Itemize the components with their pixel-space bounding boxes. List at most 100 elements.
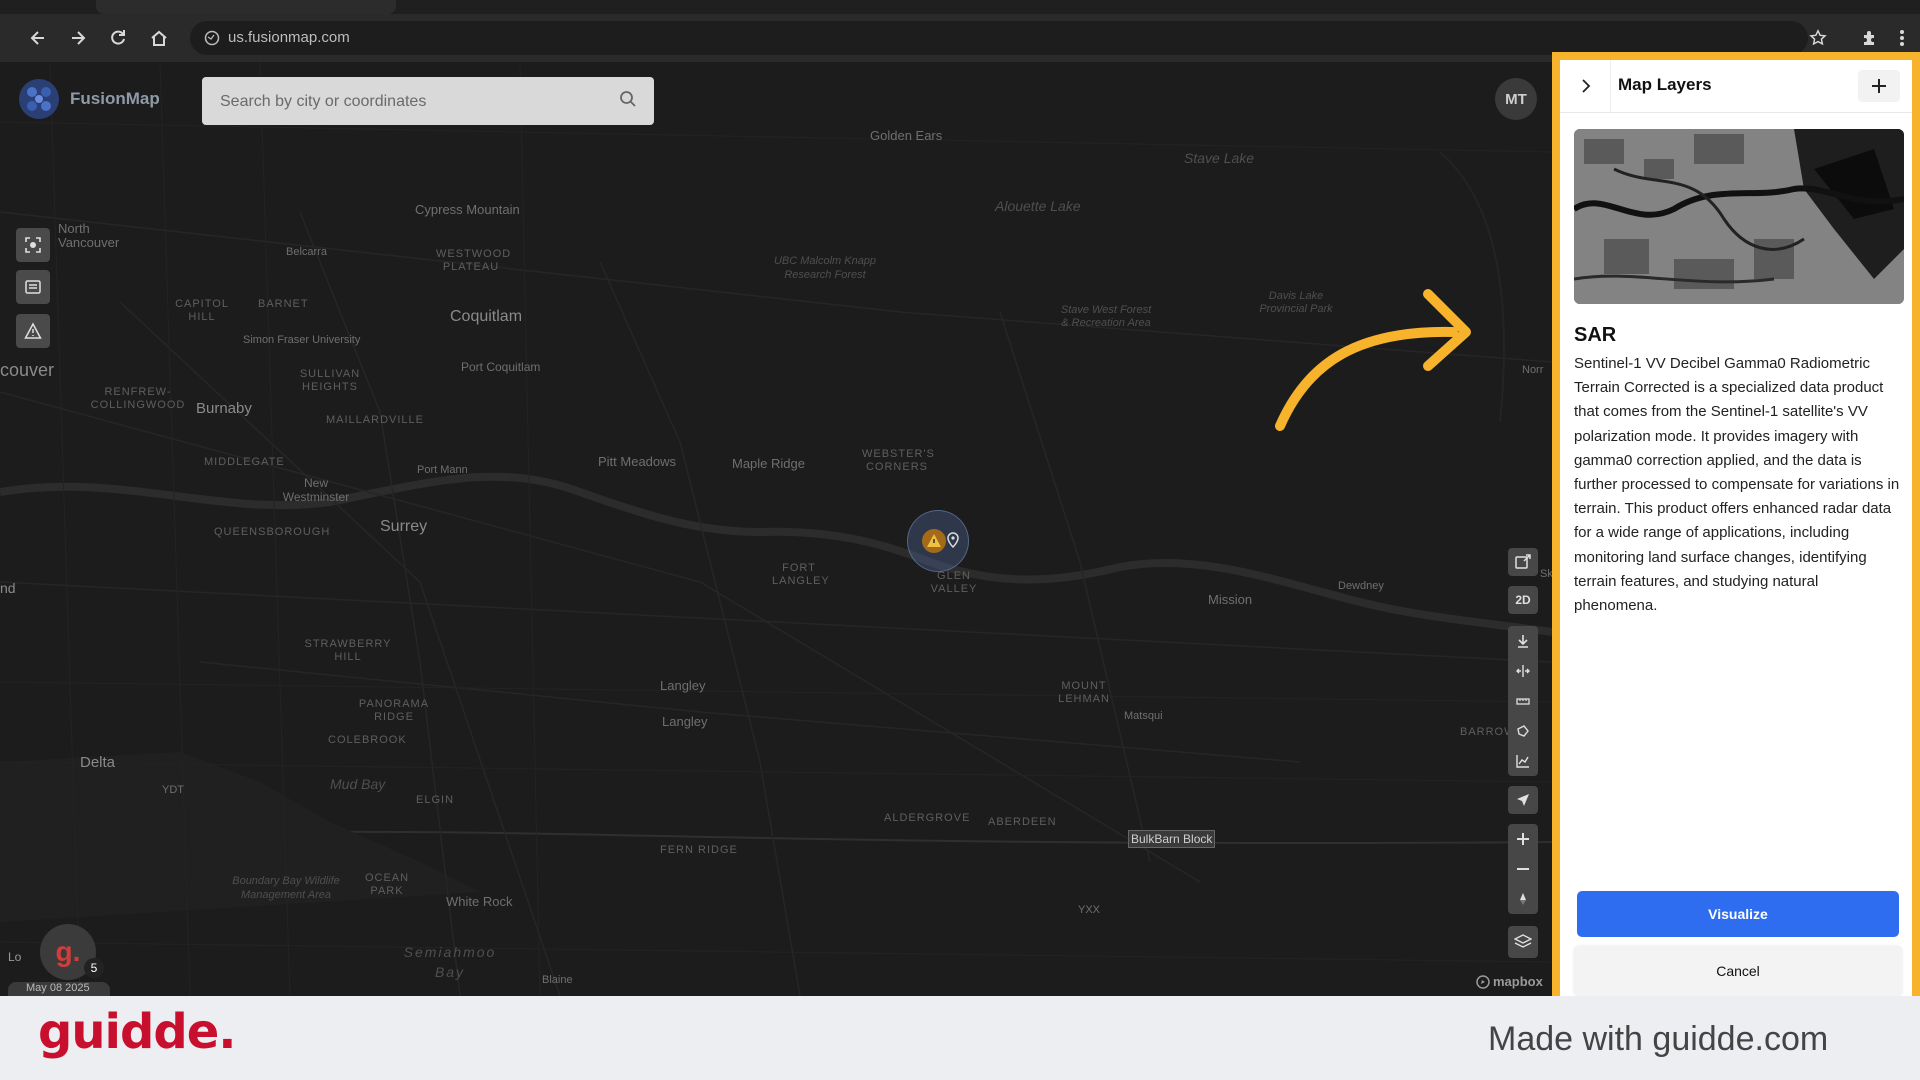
map-label: Cypress Mountain [415, 202, 520, 217]
map-label: Dewdney [1338, 580, 1384, 592]
map-label: Alouette Lake [995, 198, 1081, 214]
map-label: MOUNT LEHMAN [1058, 680, 1110, 705]
map-label: Norr [1522, 364, 1544, 376]
menu-icon[interactable] [1890, 26, 1914, 50]
map-label: GLEN VALLEY [930, 570, 978, 595]
fusionmap-logo-icon [19, 79, 59, 119]
zoom-out-icon[interactable] [1508, 854, 1538, 884]
map-label: nd [0, 580, 16, 596]
layers-control[interactable] [1508, 926, 1538, 958]
collapse-panel-button[interactable] [1572, 72, 1600, 100]
map-label: COLEBROOK [328, 734, 407, 746]
made-with-text: Made with guidde.com [1488, 1020, 1829, 1058]
map-label: Blaine [542, 974, 573, 986]
map-tools-group [1508, 626, 1538, 776]
compass-icon[interactable] [1508, 884, 1538, 914]
map-label: Boundary Bay Wildlife Management Area [232, 875, 340, 901]
map-label: SULLIVAN HEIGHTS [299, 368, 361, 393]
search-input[interactable] [218, 89, 602, 115]
focus-tool-button[interactable] [16, 228, 50, 262]
map-label: Golden Ears [870, 128, 943, 143]
map-label: Stave West Forest & Recreation Area [1060, 304, 1152, 329]
alerts-tool-button[interactable] [16, 314, 50, 348]
screenshot-control[interactable] [1508, 548, 1538, 576]
map-label: Matsqui [1124, 710, 1163, 722]
map-label: Langley [660, 678, 706, 693]
map-label: Delta [80, 754, 116, 771]
date-chip[interactable]: May 08 2025 [8, 982, 110, 996]
header-divider [1610, 60, 1611, 112]
star-icon[interactable] [1806, 26, 1830, 50]
map-label: WEBSTER'S CORNERS [862, 448, 935, 473]
map-label: couver [0, 360, 55, 380]
download-icon[interactable] [1508, 626, 1538, 656]
map-label: YXX [1078, 904, 1101, 916]
plus-icon [1872, 79, 1886, 93]
site-info-icon[interactable] [204, 30, 220, 46]
map-label: FORT LANGLEY [772, 562, 830, 587]
map-label: WESTWOOD PLATEAU [436, 248, 512, 273]
tutorial-arrow-icon [1275, 289, 1471, 431]
map-label: MIDDLEGATE [204, 456, 285, 468]
search-bar [202, 77, 654, 125]
chart-icon[interactable] [1508, 746, 1538, 776]
map-label: CAPITOL HILL [175, 298, 229, 323]
layer-name: SAR [1574, 324, 1617, 346]
zoom-in-icon[interactable] [1508, 824, 1538, 854]
map-label: OCEAN PARK [364, 872, 410, 897]
navigation-arrow-icon [1517, 794, 1529, 806]
list-icon [25, 280, 41, 294]
map-label: Sk [1540, 568, 1552, 580]
mapbox-logo-icon [1476, 974, 1490, 989]
map-canvas[interactable]: Golden Ears Stave Lake Cypress Mountain … [0, 62, 1552, 996]
app-logo-text: FusionMap [70, 89, 160, 108]
map-label: White Rock [446, 894, 513, 909]
visualize-button[interactable]: Visualize [1577, 891, 1899, 937]
draw-polygon-icon[interactable] [1508, 716, 1538, 746]
warning-marker-icon [922, 529, 946, 553]
map-label: ABERDEEN [988, 816, 1057, 828]
search-icon[interactable] [618, 89, 642, 113]
map-label: ALDERGROVE [884, 812, 971, 824]
map-label: New Westminster [282, 476, 350, 504]
app-logo[interactable]: FusionMap [16, 76, 160, 122]
location-pin-icon [944, 531, 962, 549]
toggle-2d-control[interactable]: 2D [1508, 586, 1538, 614]
map-label: Simon Fraser University [243, 334, 361, 346]
guidde-footer: guidde. Made with guidde.com [0, 996, 1920, 1080]
browser-tab[interactable] [96, 0, 396, 14]
reload-icon[interactable] [106, 26, 130, 50]
map-label: UBC Malcolm Knapp Research Forest [773, 255, 877, 281]
back-icon[interactable] [26, 26, 50, 50]
map-label: YDT [162, 784, 184, 796]
split-view-icon[interactable] [1508, 656, 1538, 686]
browser-tab-strip [0, 0, 1920, 14]
poi-label[interactable]: BulkBarn Block [1128, 830, 1216, 848]
home-icon[interactable] [147, 26, 171, 50]
chevron-right-icon [1582, 79, 1591, 93]
user-avatar[interactable]: MT [1495, 78, 1537, 120]
map-label: Burnaby [196, 400, 252, 417]
add-layer-button[interactable] [1858, 70, 1900, 102]
forward-icon[interactable] [66, 26, 90, 50]
map-label: MAILLARDVILLE [326, 414, 424, 426]
ruler-icon[interactable] [1508, 686, 1538, 716]
panel-title: Map Layers [1618, 75, 1712, 94]
mapbox-attribution[interactable]: mapbox [1476, 974, 1543, 989]
map-label: Surrey [380, 518, 428, 535]
map-label: Semiahmoo Bay [403, 944, 497, 980]
map-label: FERN RIDGE [660, 844, 738, 856]
badge-count: 5 [84, 958, 104, 978]
notes-tool-button[interactable] [16, 270, 50, 304]
warning-icon [24, 322, 42, 339]
locate-control[interactable] [1508, 786, 1538, 814]
mapbox-text: mapbox [1493, 974, 1543, 989]
cancel-button[interactable]: Cancel [1574, 946, 1902, 996]
guidde-logo: guidde. [38, 1004, 236, 1060]
extensions-icon[interactable] [1858, 26, 1882, 50]
address-bar[interactable]: us.fusionmap.com [190, 21, 1808, 55]
map-cluster-marker[interactable] [907, 510, 969, 572]
map-label: Maple Ridge [732, 456, 805, 471]
map-label: Port Mann [417, 464, 468, 476]
map-label: Port Coquitlam [461, 360, 541, 374]
